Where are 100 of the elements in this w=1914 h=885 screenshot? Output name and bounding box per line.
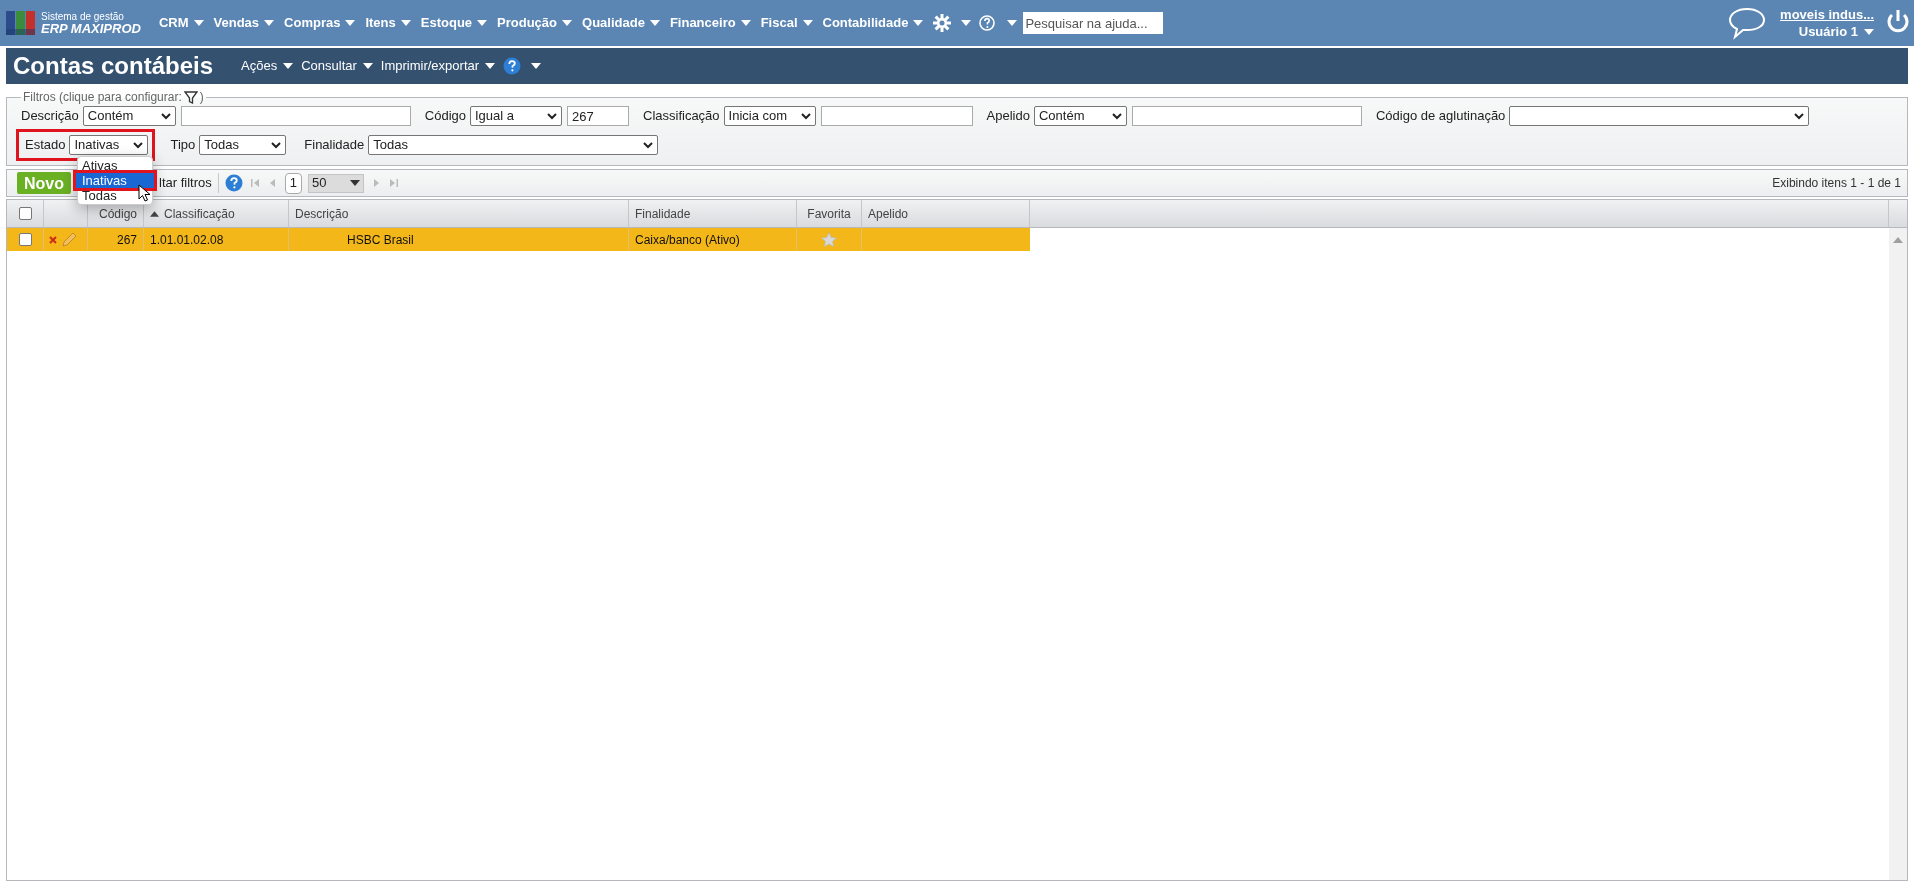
filter-label: Código: [424, 107, 466, 126]
help-icon: [979, 15, 996, 31]
select-field[interactable]: Igual a: [470, 106, 562, 126]
caret-icon: [740, 20, 751, 26]
settings-icon: [933, 14, 952, 32]
help-icon: [224, 174, 243, 192]
menu-item[interactable]: CRM: [158, 13, 204, 33]
row-checkbox[interactable]: [18, 233, 32, 246]
filter-label: Classificação: [643, 107, 720, 126]
filters-legend[interactable]: Filtros (clique para configurar:: [23, 88, 182, 106]
menu-item[interactable]: Itens: [365, 13, 411, 33]
column-header[interactable]: Descrição: [289, 200, 629, 227]
filter-label: Finalidade: [304, 136, 365, 155]
caret-icon: [961, 20, 972, 26]
caret-icon: [562, 20, 573, 26]
user-menu[interactable]: Usuário 1: [1798, 23, 1874, 40]
chevron-icon: [1111, 112, 1122, 120]
table-cell: HSBC Brasil: [289, 228, 629, 251]
page-menu[interactable]: Ações: [241, 56, 294, 76]
caret-icon: [531, 63, 542, 69]
company-link[interactable]: moveis indus...: [1780, 6, 1874, 23]
menu-item[interactable]: Contabilidade: [822, 13, 924, 33]
filter-label: Estado: [25, 136, 66, 155]
page-menu[interactable]: Consultar: [301, 56, 373, 76]
search-field[interactable]: Pesquisar na ajuda...: [1023, 12, 1164, 34]
chat-bubble-icon: [1728, 6, 1767, 40]
menu-item[interactable]: Vendas: [213, 13, 275, 33]
column-header[interactable]: Finalidade: [629, 200, 797, 227]
logo-title: ERP MAXIPROD: [41, 23, 141, 35]
star-icon[interactable]: [821, 232, 837, 247]
select-field[interactable]: Contém: [82, 106, 176, 126]
table-row[interactable]: 267 1.01.01.02.08 HSBC Brasil Caixa/banco (Ativo): [7, 228, 1030, 251]
table-cell: Caixa/banco (Ativo): [629, 228, 797, 251]
chevron-icon: [643, 141, 654, 149]
chevron-icon: [133, 141, 144, 149]
select-field[interactable]: [1509, 106, 1810, 126]
dropdown-option[interactable]: Inativas: [76, 173, 154, 188]
logo-icon: [6, 11, 35, 35]
pencil-icon: [61, 232, 77, 247]
page-menu[interactable]: Imprimir/exportar: [380, 56, 496, 76]
caret-icon: [802, 20, 813, 26]
text-field[interactable]: [820, 106, 973, 126]
scroll-up-icon: [1893, 237, 1903, 243]
sort-ascending-icon: [150, 210, 159, 217]
chevron-icon: [1794, 112, 1805, 120]
column-header[interactable]: Favorita: [797, 200, 862, 227]
page-title: Contas contábeis: [13, 51, 214, 81]
menu-item[interactable]: Financeiro: [669, 13, 751, 33]
chevron-icon: [800, 112, 811, 120]
text-field[interactable]: [180, 106, 411, 126]
select-field[interactable]: Todas: [368, 135, 659, 155]
pagination-summary: Exibindo itens 1 - 1 de 1: [1772, 175, 1901, 192]
menu-item[interactable]: Qualidade: [582, 13, 660, 33]
filters-button[interactable]: ltar filtros: [159, 173, 219, 193]
select-all-checkbox[interactable]: [18, 207, 32, 220]
caret-icon: [649, 20, 660, 26]
dropdown-option[interactable]: Ativas: [78, 158, 152, 173]
column-header[interactable]: Apelido: [862, 200, 1030, 227]
text-field[interactable]: [1131, 106, 1362, 126]
caret-icon: [283, 63, 294, 69]
caret-icon: [362, 63, 373, 69]
chevron-icon: [160, 112, 171, 120]
caret-icon: [485, 63, 496, 69]
select-field[interactable]: Todas: [199, 135, 287, 155]
dropdown-option[interactable]: Todas: [78, 188, 152, 203]
logo-subtitle: Sistema de gestão: [41, 11, 125, 23]
filters-legend[interactable]: ): [199, 88, 204, 106]
menu-item[interactable]: Estoque: [420, 13, 488, 33]
menu-item[interactable]: Compras: [284, 13, 356, 33]
select-field[interactable]: Contém: [1033, 106, 1127, 126]
filter-label: Descrição: [21, 107, 79, 126]
filter-label: Tipo: [170, 136, 196, 155]
text-field[interactable]: 267: [567, 106, 629, 126]
select-field[interactable]: Inativas: [69, 135, 149, 155]
menu-item[interactable]: Fiscal: [760, 13, 813, 33]
help-icon: [503, 57, 522, 75]
select-field[interactable]: Inicia com: [723, 106, 816, 126]
caret-icon: [1007, 20, 1018, 26]
caret-icon: [193, 20, 204, 26]
chevron-icon: [271, 141, 282, 149]
caret-icon: [477, 20, 488, 26]
filter-label: Apelido: [986, 107, 1030, 126]
page-size-select[interactable]: 50: [307, 173, 364, 193]
scrollbar[interactable]: [1889, 228, 1907, 880]
first-page-icon: [250, 178, 260, 188]
previous-page-icon: [269, 178, 275, 188]
table-cell: 1.01.01.02.08: [144, 228, 289, 251]
next-page-icon: [373, 178, 379, 188]
caret-icon: [1864, 28, 1874, 35]
delete-icon: [49, 235, 57, 244]
filter-label: Código de aglutinação: [1375, 107, 1506, 126]
chevron-icon: [547, 112, 557, 120]
caret-icon: [349, 180, 360, 186]
caret-icon: [264, 20, 275, 26]
caret-icon: [913, 20, 924, 26]
last-page-icon: [388, 178, 398, 188]
filter-icon: [183, 90, 198, 104]
page-number[interactable]: 1: [284, 172, 302, 194]
caret-icon: [400, 20, 411, 26]
menu-item[interactable]: Produção: [497, 13, 573, 33]
